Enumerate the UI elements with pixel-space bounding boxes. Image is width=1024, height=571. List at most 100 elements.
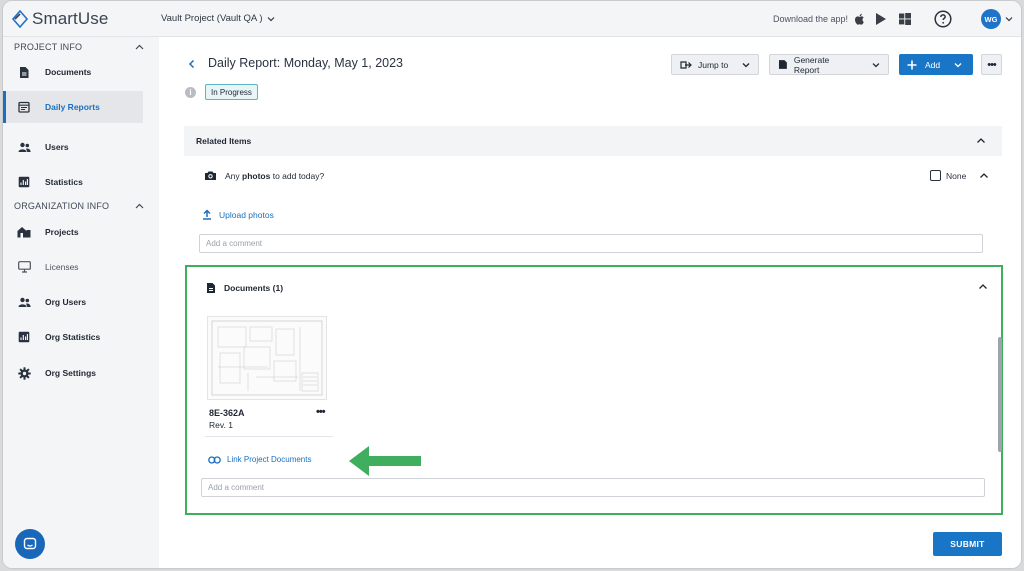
related-items-header[interactable]: Related Items [184,126,1002,156]
page-title: Daily Report: Monday, May 1, 2023 [208,56,404,70]
documents-comment-input[interactable]: Add a comment [201,478,985,497]
more-options-button[interactable]: ••• [981,54,1002,75]
main-content: Daily Report: Monday, May 1, 2023 Jump t… [159,37,1021,568]
plus-icon [907,60,917,69]
sidebar-item-label: Documents [45,67,92,77]
app-window: SmartUse Vault Project (Vault QA ) Downl… [2,0,1022,569]
upload-photos-label: Upload photos [219,209,274,220]
app-name: SmartUse [32,9,109,28]
document-thumbnail[interactable] [207,316,327,400]
project-info-section[interactable]: PROJECT INFO [14,42,144,52]
scrollbar[interactable] [998,337,1002,452]
none-label: None [946,170,967,181]
sidebar-item-projects[interactable]: Projects [3,216,143,248]
licenses-icon [17,260,31,274]
upload-icon [203,209,211,220]
photos-prefix: Any [225,170,243,181]
generate-report-label: Generate Report [793,54,830,75]
documents-header[interactable]: Documents (1) [206,282,283,294]
jump-to-label: Jump to [698,59,729,70]
link-icon [208,455,221,464]
chevron-down-icon[interactable] [1005,15,1013,23]
jump-icon [680,60,692,69]
link-project-documents-link[interactable]: Link Project Documents [208,455,311,464]
photos-suffix: to add today? [270,170,325,181]
submit-button[interactable]: SUBMIT [933,532,1002,556]
statistics-icon [17,175,31,189]
generate-report-button[interactable]: Generate Report [769,54,889,75]
document-icon [207,283,215,293]
users-icon [17,140,31,154]
chat-icon [23,537,37,550]
chevron-up-icon[interactable] [979,171,989,181]
upload-photos-link[interactable]: Upload photos [202,209,274,220]
none-checkbox[interactable]: None [930,170,989,181]
sidebar-item-label: Daily Reports [45,102,100,112]
photos-prompt: Any photos to add today? [204,170,324,181]
sidebar-item-statistics[interactable]: Statistics [3,166,143,198]
document-card[interactable]: 8E-362A Rev. 1 ••• [205,312,333,437]
blueprint-thumbnail-icon [211,320,323,396]
sidebar-item-daily-reports[interactable]: Daily Reports [3,91,143,123]
projects-icon [17,225,31,239]
sidebar-item-label: Projects [45,227,79,237]
help-icon[interactable] [934,10,952,28]
chat-button[interactable] [15,529,45,559]
sidebar-item-org-settings[interactable]: Org Settings [3,357,143,389]
report-icon [778,60,787,69]
sidebar-item-label: Org Statistics [45,332,101,342]
project-name: Vault Project (Vault QA ) [161,13,263,24]
sidebar: PROJECT INFO Documents Daily Reports Use… [3,37,156,568]
status-badge: In Progress [205,84,258,100]
info-icon[interactable]: i [185,87,196,98]
smartuse-logo-icon [11,10,29,28]
apple-icon[interactable] [853,12,867,26]
chevron-down-icon [954,62,962,67]
google-play-icon[interactable] [874,12,888,26]
chevron-up-icon[interactable] [978,282,988,292]
document-icon [17,65,31,79]
photos-comment-input[interactable]: Add a comment [199,234,983,253]
chevron-down-icon [267,16,274,21]
checkbox-box[interactable] [930,170,941,181]
jump-to-button[interactable]: Jump to [671,54,760,75]
statistics-icon [17,330,31,344]
chevron-down-icon [872,62,880,67]
chevron-up-icon [135,44,144,49]
top-bar: SmartUse Vault Project (Vault QA ) Downl… [3,1,1021,37]
photos-bold: photos [242,170,271,181]
organization-info-section[interactable]: ORGANIZATION INFO [14,201,144,211]
users-icon [17,295,31,309]
camera-icon [205,171,216,180]
document-revision: Rev. 1 [209,420,233,430]
sidebar-item-label: Org Users [45,297,87,307]
sidebar-item-org-users[interactable]: Org Users [3,286,143,318]
photos-question: Any photos to add today? [225,171,324,181]
daily-report-icon [17,100,31,114]
documents-section: Documents (1) 8E-362A Rev. 1 ••• Link Pr… [185,265,1003,515]
sidebar-item-users[interactable]: Users [3,131,143,163]
chevron-up-icon[interactable] [976,136,986,146]
add-label: Add [925,59,941,70]
section-title: PROJECT INFO [14,42,83,52]
related-items-title: Related Items [196,136,252,146]
chevron-down-icon [742,62,750,67]
download-app-label: Download the app! [773,14,849,24]
project-selector[interactable]: Vault Project (Vault QA ) [161,13,275,24]
sidebar-item-label: Licenses [45,262,79,272]
link-project-documents-label: Link Project Documents [227,455,312,464]
document-name: 8E-362A [209,408,245,418]
app-logo[interactable]: SmartUse [11,9,108,29]
windows-icon[interactable] [898,12,912,26]
user-avatar[interactable]: WG [981,9,1001,29]
sidebar-item-licenses[interactable]: Licenses [3,251,143,283]
sidebar-item-label: Org Settings [45,368,97,378]
back-chevron-icon[interactable] [187,59,197,69]
green-arrow-icon [349,446,421,476]
sidebar-item-org-statistics[interactable]: Org Statistics [3,321,143,353]
document-more-button[interactable]: ••• [316,406,326,418]
sidebar-item-documents[interactable]: Documents [3,56,143,88]
sidebar-item-label: Statistics [45,177,83,187]
add-button[interactable]: Add [899,54,973,75]
section-title: ORGANIZATION INFO [14,201,110,211]
